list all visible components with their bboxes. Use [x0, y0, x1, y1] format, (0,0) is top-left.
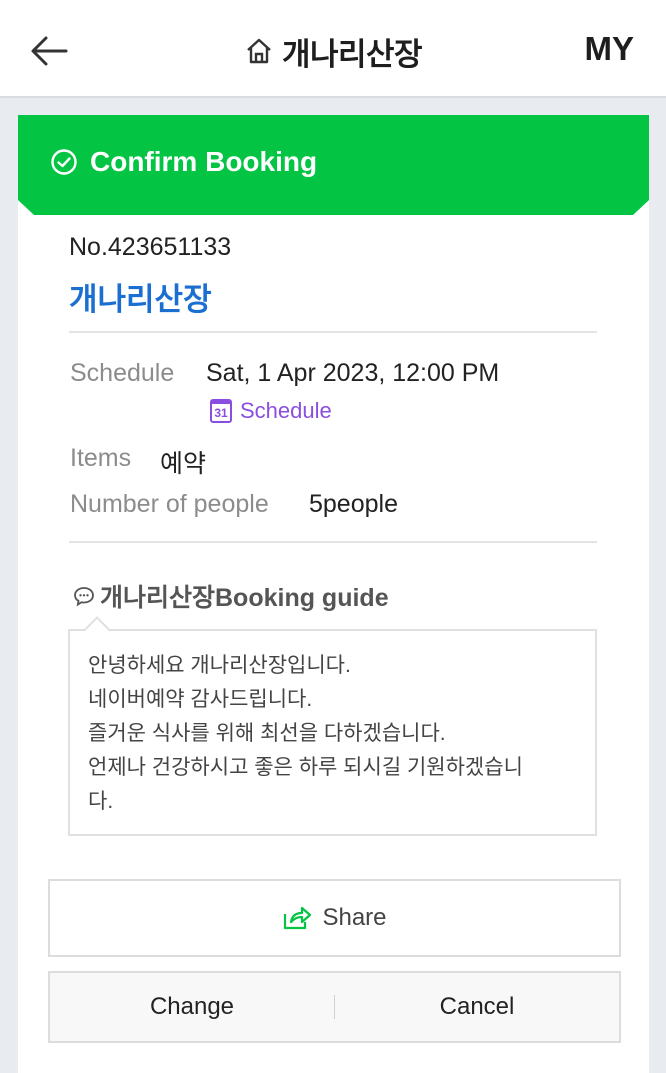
people-value: 5people — [309, 490, 398, 518]
share-button[interactable]: Share — [48, 879, 621, 957]
guide-line: 언제나 건강하시고 좋은 하루 되시길 기원하겠습니 — [88, 756, 523, 779]
check-circle-icon — [51, 149, 77, 175]
schedule-link-label: Schedule — [240, 398, 332, 423]
guide-line: 네이버예약 감사드립니다. — [88, 688, 313, 711]
schedule-label: Schedule — [70, 359, 175, 387]
confirm-booking-banner: Confirm Booking — [18, 115, 649, 215]
calendar-icon: 31 — [210, 399, 232, 423]
home-icon — [247, 38, 271, 64]
guide-line: 즐거운 식사를 위해 최선을 다하겠습니다. — [88, 722, 446, 745]
items-label: Items — [70, 444, 132, 472]
booking-number: No.423651133 — [69, 233, 232, 261]
share-icon — [284, 906, 312, 930]
top-navigation-bar: 개나리산장 MY — [0, 0, 666, 98]
divider — [69, 541, 597, 543]
header-title-group: 개나리산장 — [0, 28, 666, 74]
cancel-button[interactable]: Cancel — [335, 973, 619, 1041]
change-button[interactable]: Change — [50, 973, 334, 1041]
divider — [69, 331, 597, 333]
add-to-calendar-link[interactable]: 31 Schedule — [210, 398, 332, 424]
guide-line: 안녕하세요 개나리산장입니다. — [88, 654, 351, 677]
share-label: Share — [322, 904, 387, 931]
schedule-value: Sat, 1 Apr 2023, 12:00 PM — [206, 359, 500, 387]
speech-bubble-icon — [74, 587, 94, 607]
place-name-link[interactable]: 개나리산장 — [69, 274, 212, 319]
people-label: Number of people — [70, 490, 269, 518]
page-title: 개나리산장 — [281, 36, 423, 72]
banner-label: Confirm Booking — [90, 146, 318, 177]
items-value: 예약 — [160, 450, 207, 478]
my-page-link[interactable]: MY — [585, 30, 635, 68]
guide-line: 다. — [88, 790, 114, 813]
booking-guide-box: 안녕하세요 개나리산장입니다. 네이버예약 감사드립니다. 즐거운 식사를 위해… — [68, 629, 597, 836]
booking-guide-title: 개나리산장Booking guide — [72, 578, 389, 614]
booking-actions: Change Cancel — [48, 971, 621, 1043]
